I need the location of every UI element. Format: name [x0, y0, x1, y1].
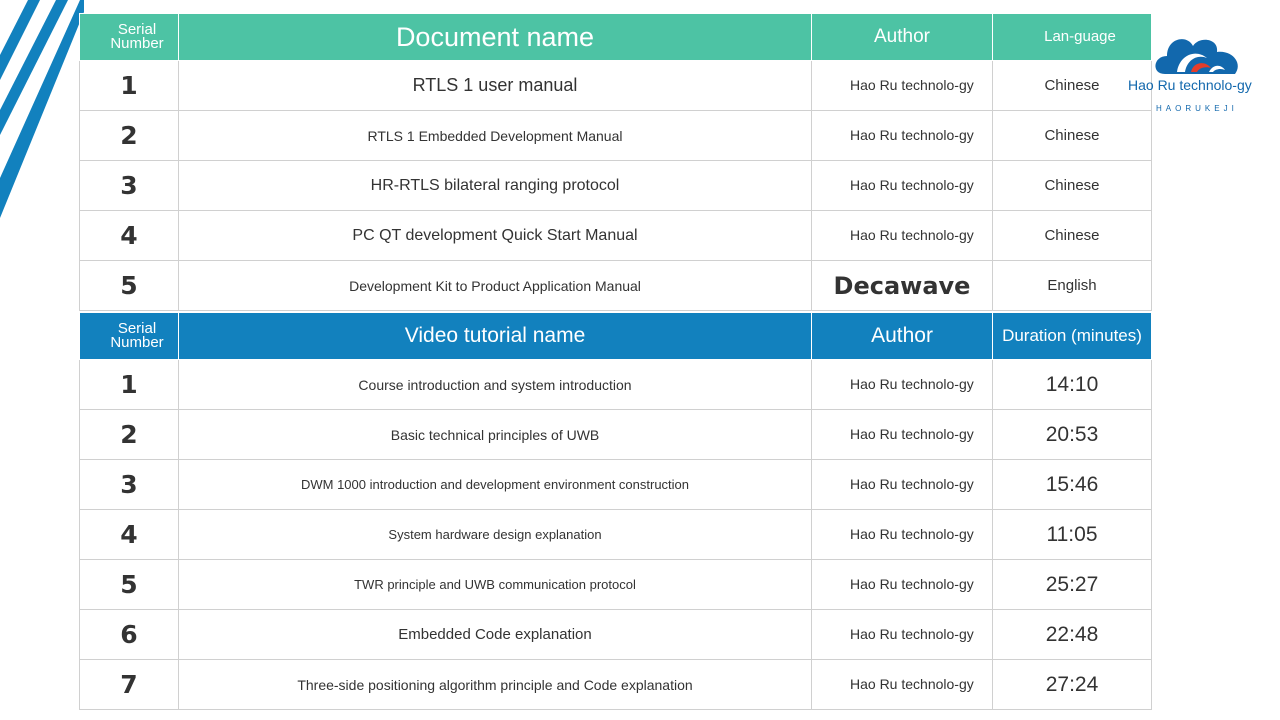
video-name: Embedded Code explanation — [178, 609, 812, 660]
author: Decawave — [811, 260, 993, 311]
table-row: 3 DWM 1000 introduction and development … — [79, 459, 1152, 510]
video-name: System hardware design explanation — [178, 509, 812, 560]
duration-header: Duration (minutes) — [992, 312, 1152, 360]
table-row: 1 RTLS 1 user manual Hao Ru technolo-gy … — [79, 60, 1152, 111]
logo-text: Hao Ru technolo-gy — [1128, 77, 1252, 93]
table-row: 3 HR-RTLS bilateral ranging protocol Hao… — [79, 160, 1152, 211]
video-name: Course introduction and system introduct… — [178, 359, 812, 410]
video-name-header: Video tutorial name — [178, 312, 812, 360]
author: Hao Ru technolo-gy — [811, 110, 993, 161]
table-row: 6 Embedded Code explanation Hao Ru techn… — [79, 609, 1152, 660]
duration: 25:27 — [992, 559, 1152, 610]
documents-header-row: Serial Number Document name Author Lan-g… — [79, 13, 1152, 61]
duration: 22:48 — [992, 609, 1152, 660]
document-name-header: Document name — [178, 13, 812, 61]
table-row: 4 System hardware design explanation Hao… — [79, 509, 1152, 560]
duration: 20:53 — [992, 409, 1152, 460]
author: Hao Ru technolo-gy — [811, 210, 993, 261]
serial-number-header: Serial Number — [79, 312, 179, 360]
language: Chinese — [992, 110, 1152, 161]
table-row: 4 PC QT development Quick Start Manual H… — [79, 210, 1152, 261]
table-row: 7 Three-side positioning algorithm princ… — [79, 659, 1152, 710]
table-row: 5 Development Kit to Product Application… — [79, 260, 1152, 311]
video-name: Basic technical principles of UWB — [178, 409, 812, 460]
serial-number: 3 — [79, 459, 179, 510]
duration: 11:05 — [992, 509, 1152, 560]
video-name: TWR principle and UWB communication prot… — [178, 559, 812, 610]
cloud-logo-icon — [1155, 39, 1238, 74]
videos-table: Serial Number Video tutorial name Author… — [79, 312, 1152, 710]
serial-number: 3 — [79, 160, 179, 211]
table-row: 2 Basic technical principles of UWB Hao … — [79, 409, 1152, 460]
serial-number: 6 — [79, 609, 179, 660]
language: Chinese — [992, 210, 1152, 261]
table-row: 5 TWR principle and UWB communication pr… — [79, 559, 1152, 610]
serial-number: 2 — [79, 409, 179, 460]
author: Hao Ru technolo-gy — [811, 659, 993, 710]
author: Hao Ru technolo-gy — [811, 559, 993, 610]
language: English — [992, 260, 1152, 311]
serial-number: 4 — [79, 210, 179, 261]
serial-number: 4 — [79, 509, 179, 560]
author: Hao Ru technolo-gy — [811, 609, 993, 660]
author: Hao Ru technolo-gy — [811, 60, 993, 111]
document-name: RTLS 1 Embedded Development Manual — [178, 110, 812, 161]
author: Hao Ru technolo-gy — [811, 509, 993, 560]
logo-subtext: HAORUKEJI — [1156, 104, 1238, 113]
serial-number: 5 — [79, 559, 179, 610]
author-header: Author — [811, 312, 993, 360]
video-name: DWM 1000 introduction and development en… — [178, 459, 812, 510]
documents-table: Serial Number Document name Author Lan-g… — [79, 13, 1152, 311]
language: Chinese — [992, 160, 1152, 211]
decorative-stripes — [0, 0, 84, 218]
author-header: Author — [811, 13, 993, 61]
videos-header-row: Serial Number Video tutorial name Author… — [79, 312, 1152, 360]
serial-number-header: Serial Number — [79, 13, 179, 61]
table-row: 1 Course introduction and system introdu… — [79, 359, 1152, 410]
table-row: 2 RTLS 1 Embedded Development Manual Hao… — [79, 110, 1152, 161]
serial-number: 2 — [79, 110, 179, 161]
document-name: PC QT development Quick Start Manual — [178, 210, 812, 261]
video-name: Three-side positioning algorithm princip… — [178, 659, 812, 710]
duration: 27:24 — [992, 659, 1152, 710]
serial-number: 1 — [79, 359, 179, 410]
document-name: HR-RTLS bilateral ranging protocol — [178, 160, 812, 211]
document-name: RTLS 1 user manual — [178, 60, 812, 111]
author: Hao Ru technolo-gy — [811, 359, 993, 410]
document-name: Development Kit to Product Application M… — [178, 260, 812, 311]
serial-number: 5 — [79, 260, 179, 311]
serial-number: 7 — [79, 659, 179, 710]
author: Hao Ru technolo-gy — [811, 409, 993, 460]
duration: 14:10 — [992, 359, 1152, 410]
serial-number: 1 — [79, 60, 179, 111]
duration: 15:46 — [992, 459, 1152, 510]
author: Hao Ru technolo-gy — [811, 160, 993, 211]
author: Hao Ru technolo-gy — [811, 459, 993, 510]
